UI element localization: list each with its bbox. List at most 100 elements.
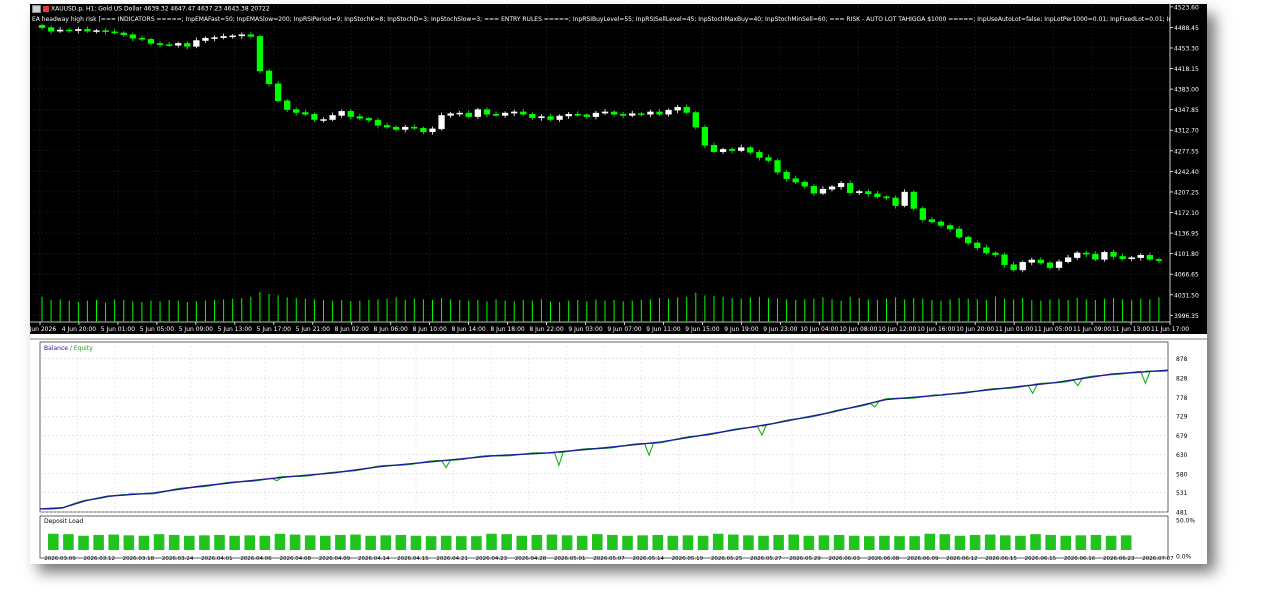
candlestick-chart[interactable]: 4523.60 4488.45 4453.30 4418.15 4383.00 4347.…: [30, 4, 1207, 334]
deposit-date-label: 2026.06.15: [985, 556, 1017, 562]
candle: [84, 29, 91, 32]
candle: [520, 111, 527, 115]
deposit-load-bar: [682, 535, 694, 550]
candle: [1019, 262, 1026, 271]
deposit-load-bar: [712, 533, 724, 550]
price-tick-label: 4172.10: [1174, 210, 1199, 217]
ea-parameters-line: EA headway high risk [=== INDICATORS ===…: [32, 16, 1170, 23]
candle: [856, 191, 863, 193]
candle: [274, 83, 282, 102]
candle: [983, 247, 990, 254]
deposit-load-bar: [939, 534, 951, 550]
balance-tick-label: 679: [1176, 433, 1188, 440]
balance-tick-label: 878: [1176, 356, 1188, 363]
candle: [965, 236, 972, 244]
deposit-load-bar: [63, 534, 74, 550]
candle: [429, 128, 436, 133]
candle: [883, 196, 890, 199]
time-tick-label: 9 Jun 07:00: [607, 326, 641, 333]
candle: [492, 114, 500, 116]
deposit-tick-label: 0.0%: [1176, 554, 1192, 561]
candle: [474, 109, 482, 117]
deposit-load-bar: [48, 533, 59, 550]
deposit-load-bar: [1060, 535, 1072, 550]
deposit-date-label: 2026.05.29: [789, 556, 821, 562]
candle: [756, 152, 763, 158]
deposit-load-bar: [229, 535, 240, 550]
candle: [847, 183, 854, 193]
candle: [238, 34, 245, 37]
deposit-load-bar: [576, 535, 588, 550]
time-tick-label: 10 Jun 20:00: [956, 326, 994, 333]
candle: [701, 126, 709, 146]
deposit-load-bar: [244, 535, 256, 550]
candle: [719, 149, 727, 152]
deposit-date-label: 2026.05.01: [554, 556, 586, 562]
deposit-load-bar: [561, 535, 573, 550]
candle: [392, 126, 400, 130]
candle: [819, 188, 827, 194]
candle: [456, 112, 463, 115]
deposit-date-label: 2026.04.23: [476, 556, 508, 562]
deposit-load-bar: [395, 534, 407, 550]
deposit-load-bar: [758, 535, 769, 550]
candle: [66, 29, 73, 32]
candle: [120, 32, 127, 35]
balance-equity-and-deposit-chart[interactable]: 87882877872967963058053148150.0%0.0%2026…: [30, 340, 1207, 564]
deposit-load-bar: [773, 534, 784, 550]
deposit-load-bar: [607, 534, 618, 550]
price-tick-label: 4066.65: [1174, 272, 1199, 279]
deposit-load-bar: [728, 534, 739, 550]
time-tick-label: 9 Jun 23:00: [763, 326, 797, 333]
time-tick-label: 11 Jun 09:00: [1073, 326, 1111, 333]
deposit-load-bar: [365, 535, 376, 550]
deposit-load-bar: [425, 536, 437, 550]
deposit-load-bar: [818, 535, 830, 550]
deposit-date-label: 2026.06.08: [868, 556, 900, 562]
deposit-load-bar: [259, 535, 271, 550]
candle: [1037, 259, 1045, 264]
deposit-load-bar: [833, 534, 845, 550]
time-tick-label: 11 Jun 05:00: [1034, 326, 1072, 333]
deposit-load-bar: [788, 534, 800, 550]
time-tick-label: 10 Jun 08:00: [839, 326, 877, 333]
price-tick-label: 4242.40: [1174, 169, 1199, 176]
time-tick-label: 9 Jun 19:00: [724, 326, 758, 333]
time-tick-label: 8 Jun 10:00: [412, 326, 446, 333]
candle: [556, 115, 563, 120]
deposit-load-bar: [501, 534, 512, 550]
deposit-load-bar: [289, 534, 301, 550]
candle: [202, 37, 209, 41]
deposit-date-label: 2026.05.07: [593, 556, 625, 562]
candle: [992, 252, 999, 255]
deposit-load-bar: [984, 534, 996, 550]
price-tick-label: 4383.00: [1174, 87, 1199, 94]
candle: [1064, 257, 1072, 262]
candle: [1074, 252, 1081, 258]
candle: [447, 113, 454, 116]
deposit-date-label: 2026.04.06: [240, 556, 272, 562]
deposit-load-bar: [1015, 535, 1026, 550]
deposit-load-bar: [531, 534, 543, 550]
candle: [910, 191, 917, 209]
deposit-date-label: 2026.05.25: [711, 556, 743, 562]
symbol-header: XAUUSD.p, H1: Gold US Dollar 4639.32 464…: [32, 5, 270, 14]
deposit-load-bar: [546, 534, 558, 550]
price-tick-label: 4031.50: [1174, 292, 1199, 299]
candle: [1101, 252, 1108, 260]
candle: [1119, 256, 1126, 260]
price-tick-label: 4418.15: [1174, 66, 1199, 73]
deposit-load-bar: [592, 534, 603, 550]
time-tick-label: 8 Jun 14:00: [451, 326, 485, 333]
price-chart-panel[interactable]: 4523.60 4488.45 4453.30 4418.15 4383.00 4347.…: [30, 4, 1207, 334]
candle: [138, 37, 146, 40]
window-menu-icon[interactable]: [32, 5, 41, 13]
price-tick-label: 4347.85: [1174, 107, 1199, 114]
candle: [356, 116, 363, 119]
deposit-load-bar: [848, 535, 860, 550]
candle: [692, 112, 699, 128]
candle: [837, 183, 845, 188]
candle: [1137, 255, 1144, 258]
deposit-tick-label: 50.0%: [1176, 518, 1195, 525]
candle: [1028, 259, 1035, 263]
